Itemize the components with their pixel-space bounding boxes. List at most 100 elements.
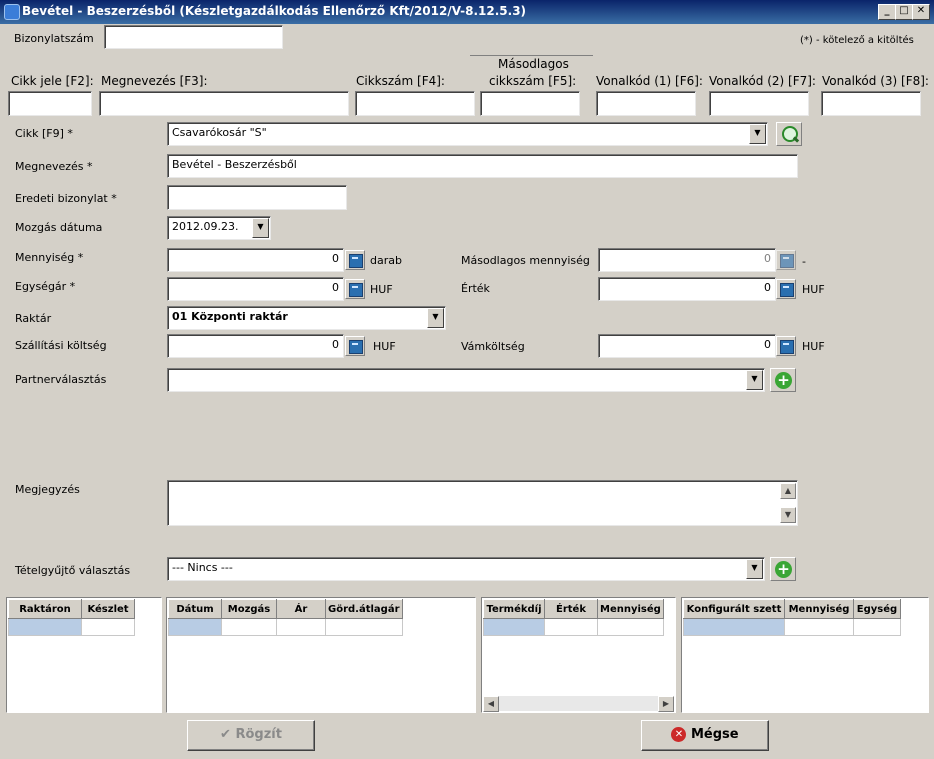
search-vonalkod-2-input[interactable] (709, 91, 809, 116)
egysegar-label: Egységár * (15, 280, 76, 293)
column-header[interactable]: Dátum (168, 599, 222, 619)
table-row[interactable] (8, 618, 135, 636)
search-masodlagos-input[interactable] (480, 91, 580, 116)
tetel-dropdown[interactable]: --- Nincs --- ▼ (167, 557, 765, 581)
egysegar-field[interactable]: 0 (167, 277, 344, 301)
save-button[interactable]: ✔ Rögzít (187, 720, 315, 751)
doc-number-label: Bizonylatszám (14, 32, 94, 45)
header-masodlagos-2: cikkszám [F5]: (489, 74, 577, 88)
scroll-left-icon[interactable]: ◀ (483, 696, 499, 712)
header-vonalkod-3: Vonalkód (3) [F8]: (822, 74, 929, 88)
calculator-button[interactable] (776, 336, 796, 356)
cikk-dropdown[interactable]: Csavarókosár "S" ▼ (167, 122, 768, 146)
add-tetel-button[interactable]: + (770, 557, 796, 581)
cikk-search-button[interactable] (776, 122, 802, 146)
header-cikkszam: Cikkszám [F4]: (356, 74, 445, 88)
table-row[interactable] (683, 618, 901, 636)
table-cell[interactable] (544, 618, 598, 636)
column-header[interactable]: Konfigurált szett (683, 599, 785, 619)
datum-picker[interactable]: 2012.09.23. ▼ (167, 216, 271, 240)
search-megnevezes-input[interactable] (99, 91, 349, 116)
calculator-button[interactable] (345, 250, 365, 270)
search-vonalkod-1-input[interactable] (596, 91, 696, 116)
table-cell[interactable] (597, 618, 664, 636)
check-icon: ✔ (220, 727, 231, 742)
column-header[interactable]: Raktáron (8, 599, 82, 619)
table-cell[interactable] (221, 618, 277, 636)
calculator-button[interactable] (345, 279, 365, 299)
chevron-down-icon[interactable]: ▼ (252, 218, 269, 238)
cancel-button[interactable]: ✕ Mégse (641, 720, 769, 751)
column-header[interactable]: Termékdíj (483, 599, 545, 619)
szallitasi-unit: HUF (373, 340, 396, 353)
table-cell[interactable] (683, 618, 785, 636)
tetel-label: Tételgyűjtő választás (15, 564, 131, 577)
search-vonalkod-3-input[interactable] (821, 91, 921, 116)
column-header[interactable]: Készlet (81, 599, 135, 619)
scroll-down-icon[interactable]: ▼ (780, 507, 796, 523)
minimize-icon[interactable]: _ (878, 4, 896, 20)
calculator-button[interactable] (345, 336, 365, 356)
mennyiseg-field[interactable]: 0 (167, 248, 344, 272)
szallitasi-label: Szállítási költség (15, 339, 107, 352)
header-masodlagos-1: Másodlagos (498, 57, 569, 71)
table-cell[interactable] (276, 618, 326, 636)
column-header[interactable]: Mozgás (221, 599, 277, 619)
datum-value: 2012.09.23. (172, 220, 239, 233)
masodlagos-mennyiseg-field: 0 (598, 248, 776, 272)
ertek-field[interactable]: 0 (598, 277, 776, 301)
chevron-down-icon[interactable]: ▼ (746, 559, 763, 579)
header-vonalkod-2: Vonalkód (2) [F7]: (709, 74, 816, 88)
plus-icon: + (775, 372, 792, 389)
chevron-down-icon[interactable]: ▼ (749, 124, 766, 144)
column-header[interactable]: Érték (544, 599, 598, 619)
column-header[interactable]: Görd.átlagár (325, 599, 403, 619)
vam-label: Vámköltség (461, 340, 525, 353)
table-cell[interactable] (168, 618, 222, 636)
stock-grid[interactable]: Raktáron Készlet (6, 597, 162, 713)
header-vonalkod-1: Vonalkód (1) [F6]: (596, 74, 703, 88)
table-cell[interactable] (81, 618, 135, 636)
table-cell[interactable] (784, 618, 854, 636)
table-cell[interactable] (483, 618, 545, 636)
save-label: Rögzít (235, 727, 282, 742)
close-icon[interactable]: ✕ (912, 4, 930, 20)
raktar-dropdown[interactable]: 01 Központi raktár ▼ (167, 306, 446, 330)
sets-grid[interactable]: Konfigurált szett Mennyiség Egység (681, 597, 929, 713)
table-cell[interactable] (325, 618, 403, 636)
table-row[interactable] (168, 618, 403, 636)
prices-grid[interactable]: Termékdíj Érték Mennyiség ◀ ▶ (481, 597, 676, 713)
eredeti-bizonylat-field[interactable] (167, 185, 347, 210)
raktar-value: 01 Központi raktár (172, 310, 288, 323)
column-header[interactable]: Mennyiség (784, 599, 854, 619)
column-header[interactable]: Egység (853, 599, 901, 619)
ertek-unit: HUF (802, 283, 825, 296)
megjegyzes-textarea[interactable]: ▲ ▼ (167, 480, 798, 526)
scroll-up-icon[interactable]: ▲ (780, 483, 796, 499)
column-header[interactable]: Ár (276, 599, 326, 619)
scroll-right-icon[interactable]: ▶ (658, 696, 674, 712)
table-cell[interactable] (853, 618, 901, 636)
datum-label: Mozgás dátuma (15, 221, 103, 234)
moves-grid[interactable]: Dátum Mozgás Ár Görd.átlagár (166, 597, 476, 713)
search-cikkszam-input[interactable] (355, 91, 475, 116)
vam-field[interactable]: 0 (598, 334, 776, 358)
add-partner-button[interactable]: + (770, 368, 796, 392)
calculator-button[interactable] (776, 279, 796, 299)
egysegar-unit: HUF (370, 283, 393, 296)
megnevezes-field[interactable]: Bevétel - Beszerzésből (167, 154, 798, 178)
chevron-down-icon[interactable]: ▼ (427, 308, 444, 328)
partner-dropdown[interactable]: ▼ (167, 368, 765, 392)
chevron-down-icon[interactable]: ▼ (746, 370, 763, 390)
search-cikk-jele-input[interactable] (8, 91, 92, 116)
doc-number-field[interactable] (104, 25, 283, 49)
calculator-button-disabled (776, 250, 796, 270)
maximize-icon[interactable]: □ (895, 4, 913, 20)
column-header[interactable]: Mennyiség (597, 599, 664, 619)
table-cell[interactable] (8, 618, 82, 636)
horizontal-scrollbar[interactable]: ◀ ▶ (483, 696, 674, 712)
header-separator (470, 55, 593, 56)
table-row[interactable] (483, 618, 664, 636)
szallitasi-field[interactable]: 0 (167, 334, 344, 358)
masodlagos-mennyiseg-unit: - (802, 255, 806, 268)
